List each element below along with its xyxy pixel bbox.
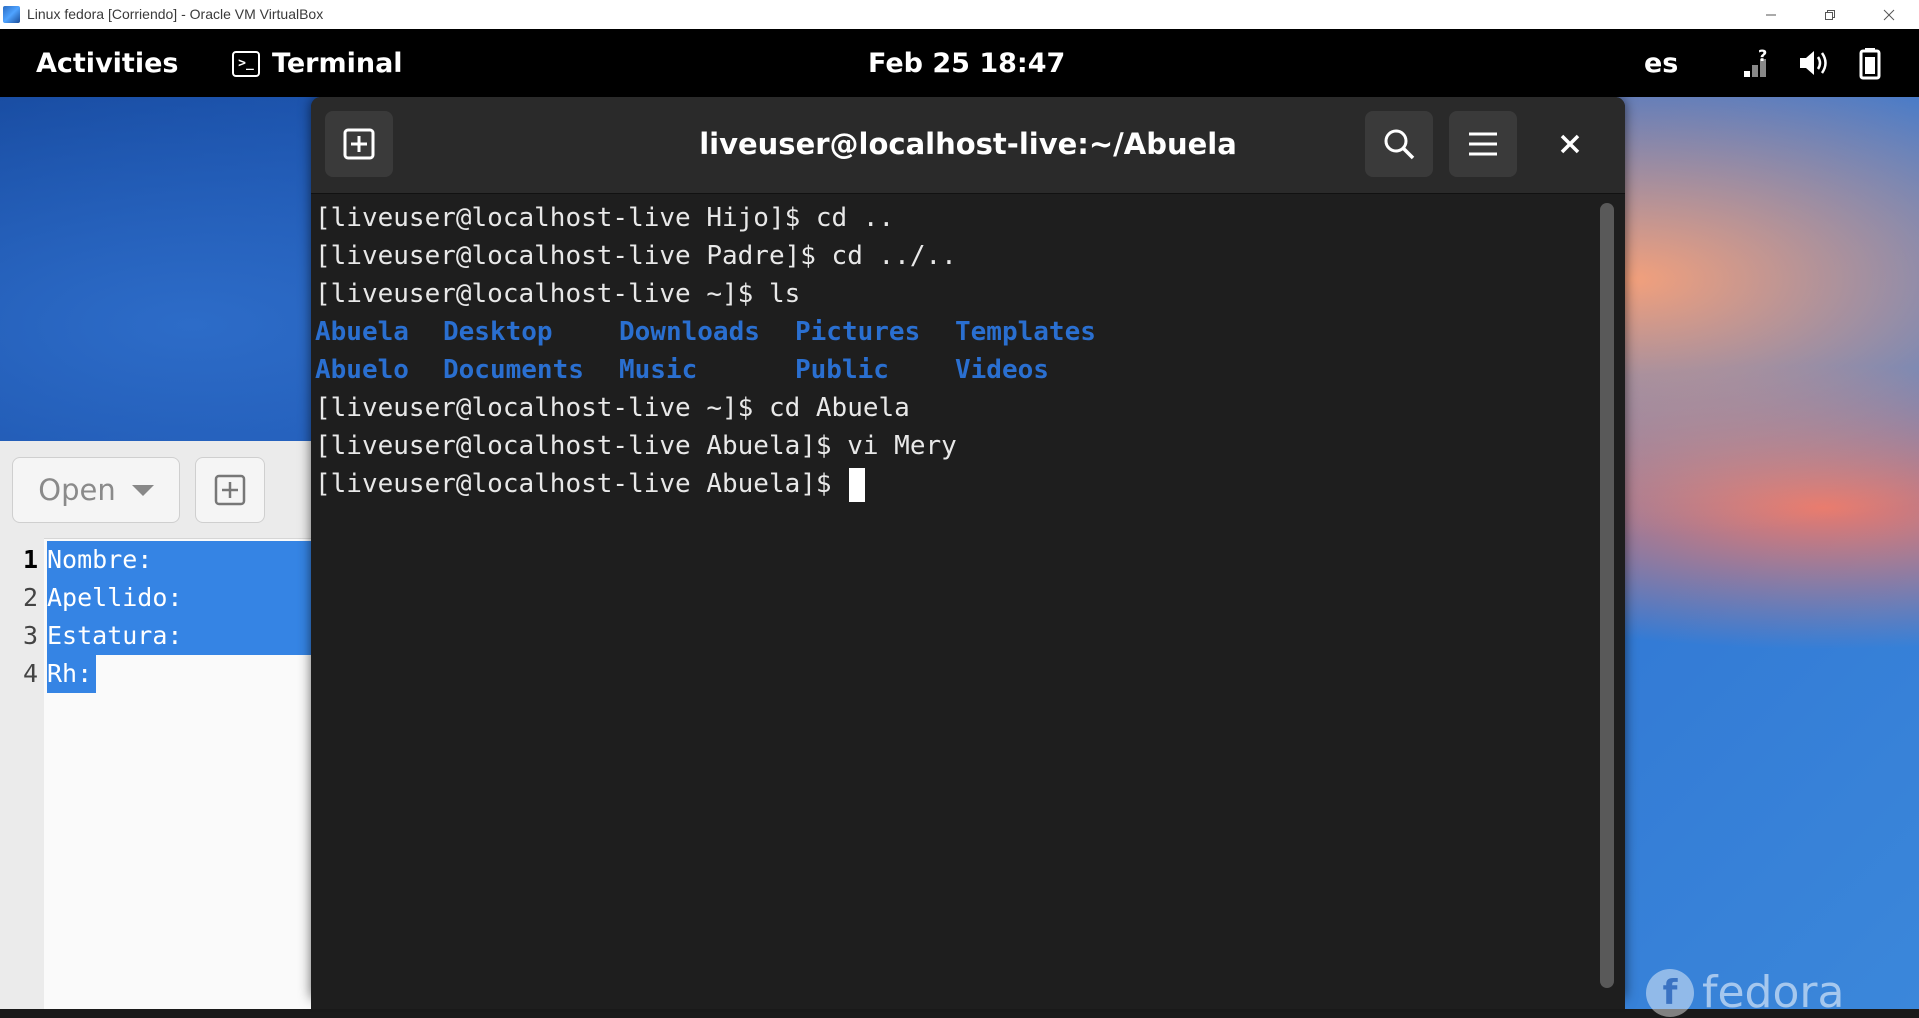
- close-icon: [1560, 134, 1580, 154]
- editor-toolbar: Open: [0, 441, 312, 539]
- line-text: Estatura:: [47, 617, 316, 655]
- terminal-line: [liveuser@localhost-live Padre]$ cd ../.…: [315, 241, 957, 271]
- line-number: 3: [22, 621, 38, 650]
- dir-entry: Downloads: [619, 317, 760, 347]
- line-number: 4: [22, 659, 38, 688]
- text-cursor: [849, 467, 866, 502]
- dir-entry: Music: [619, 355, 698, 385]
- dir-entry: Abuela: [315, 317, 409, 347]
- ls-output-row: Abuela Desktop Downloads Pictures Templates: [315, 313, 1595, 351]
- clock[interactable]: Feb 25 18:47: [868, 48, 1065, 79]
- dir-entry: Pictures: [795, 317, 921, 347]
- terminal-prompt: [liveuser@localhost-live Abuela]$: [315, 469, 848, 499]
- minimize-button[interactable]: [1742, 0, 1800, 29]
- terminal-output[interactable]: [liveuser@localhost-live Hijo]$ cd .. [l…: [315, 199, 1595, 989]
- open-button[interactable]: Open: [12, 457, 180, 523]
- text-editor-window: Open 1 Nombre: 2 Apellido: 3 Estatura: 4…: [0, 441, 316, 1009]
- window-close-button[interactable]: [1860, 0, 1918, 29]
- app-menu-label: Terminal: [272, 48, 403, 79]
- fedora-wordmark: fedora: [1702, 967, 1845, 1018]
- restore-button[interactable]: [1801, 0, 1859, 29]
- terminal-line: [liveuser@localhost-live ~]$ ls: [315, 279, 801, 309]
- network-icon[interactable]: ?: [1740, 45, 1776, 81]
- terminal-header-bar: liveuser@localhost-live:~/Abuela: [311, 97, 1625, 194]
- terminal-window: liveuser@localhost-live:~/Abuela [liveus…: [311, 97, 1625, 998]
- editor-line[interactable]: 1 Nombre:: [0, 541, 316, 579]
- new-document-button[interactable]: [195, 457, 265, 523]
- vbox-window-title: Linux fedora [Corriendo] - Oracle VM Vir…: [27, 6, 324, 22]
- virtualbox-icon: [3, 6, 20, 23]
- terminal-close-button[interactable]: [1545, 119, 1595, 169]
- terminal-line: [liveuser@localhost-live ~]$ cd Abuela: [315, 393, 910, 423]
- editor-line[interactable]: 4 Rh:: [0, 655, 312, 693]
- dir-entry: Public: [795, 355, 889, 385]
- dir-entry: Abuelo: [315, 355, 409, 385]
- ls-output-row: Abuelo Documents Music Public Videos: [315, 351, 1595, 389]
- line-text: Nombre:: [47, 541, 316, 579]
- search-button[interactable]: [1365, 111, 1433, 177]
- terminal-line: [liveuser@localhost-live Hijo]$ cd ..: [315, 203, 895, 233]
- terminal-bottom-edge: [311, 998, 1625, 1009]
- menu-button[interactable]: [1449, 111, 1517, 177]
- line-number: 2: [22, 583, 38, 612]
- volume-icon[interactable]: [1796, 45, 1832, 81]
- gnome-top-bar: Activities >_ Terminal Feb 25 18:47 es ?: [0, 29, 1919, 97]
- fedora-logo-icon: f fedora: [1646, 967, 1844, 1018]
- line-number: 1: [22, 545, 38, 574]
- dir-entry: Desktop: [443, 317, 553, 347]
- line-text: Apellido:: [47, 579, 316, 617]
- line-text: Rh:: [47, 655, 97, 693]
- open-button-label: Open: [38, 473, 116, 507]
- terminal-prompt-line[interactable]: [liveuser@localhost-live Abuela]$: [315, 465, 1595, 503]
- editor-line[interactable]: 2 Apellido:: [0, 579, 316, 617]
- vbox-titlebar: Linux fedora [Corriendo] - Oracle VM Vir…: [0, 0, 1919, 29]
- menu-icon: [1469, 132, 1497, 156]
- terminal-icon: >_: [232, 50, 260, 77]
- dropdown-caret-icon: [131, 484, 154, 496]
- terminal-scrollbar[interactable]: [1600, 203, 1614, 988]
- editor-line[interactable]: 3 Estatura:: [0, 617, 316, 655]
- keyboard-layout-indicator[interactable]: es: [1644, 48, 1678, 79]
- terminal-line: [liveuser@localhost-live Abuela]$ vi Mer…: [315, 431, 957, 461]
- dir-entry: Templates: [955, 317, 1096, 347]
- dir-entry: Videos: [955, 355, 1049, 385]
- activities-button[interactable]: Activities: [36, 48, 178, 79]
- battery-icon[interactable]: [1852, 45, 1888, 81]
- search-icon: [1384, 129, 1415, 160]
- dir-entry: Documents: [443, 355, 584, 385]
- app-menu-button[interactable]: >_ Terminal: [232, 48, 403, 79]
- new-document-icon: [214, 474, 246, 506]
- svg-text:?: ?: [1758, 46, 1767, 65]
